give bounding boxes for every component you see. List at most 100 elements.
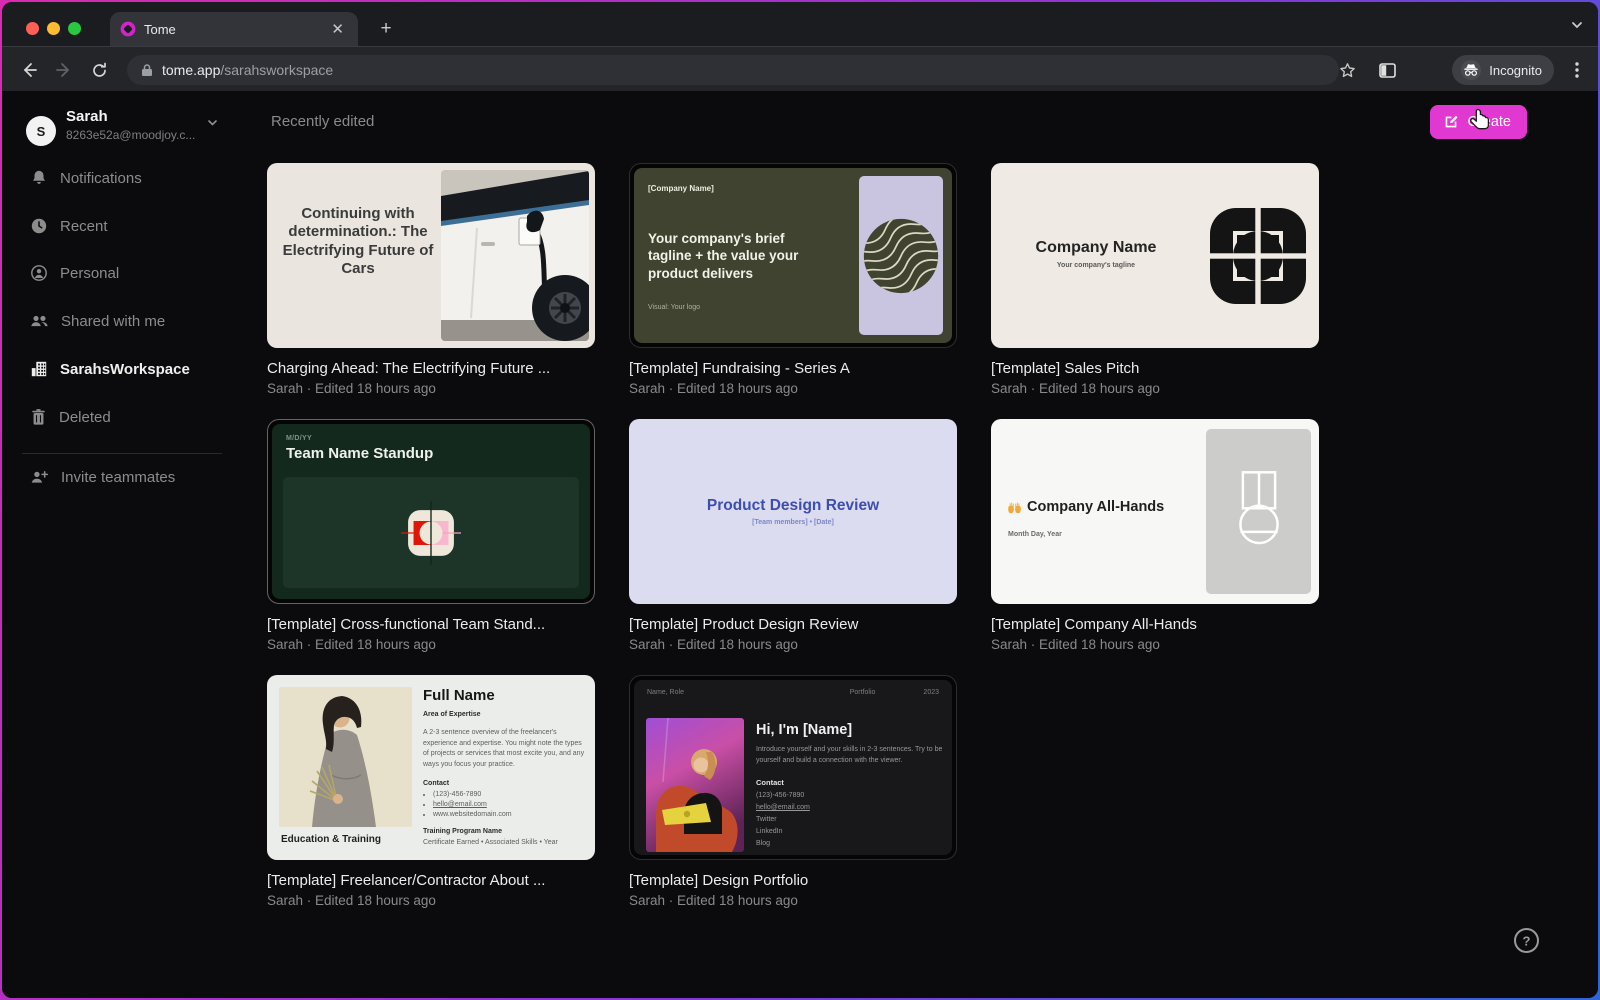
user-menu-chevron-icon[interactable] [206, 116, 219, 134]
card-meta: Sarah · Edited 18 hours ago [267, 381, 436, 396]
sidebar-divider [22, 453, 222, 454]
contact-item: Twitter [756, 815, 777, 823]
card-meta: Sarah · Edited 18 hours ago [991, 637, 1160, 652]
browser-menu-button[interactable] [1564, 57, 1590, 83]
thumbnail: Company Name Your company's tagline [991, 163, 1319, 348]
help-button[interactable]: ? [1512, 926, 1540, 954]
section-title: Recently edited [271, 113, 375, 130]
sidebar-item-workspace[interactable]: SarahsWorkspace [2, 349, 242, 389]
card-meta: Sarah · Edited 18 hours ago [629, 381, 798, 396]
sidebar-item-shared-with-me[interactable]: Shared with me [2, 301, 242, 341]
thumb-training-label: Training Program Name [423, 828, 502, 835]
trash-icon [32, 409, 45, 425]
thumbnail: Education & Training Full Name Area of E… [267, 675, 595, 860]
sidebar-item-recent[interactable]: Recent [2, 206, 242, 246]
contact-item: (123)-456-7890 [433, 791, 585, 798]
sidebar-item-invite-teammates[interactable]: Invite teammates [2, 457, 242, 497]
contact-item: hello@email.com [756, 803, 810, 811]
back-button[interactable] [16, 57, 42, 83]
card-company-all-hands[interactable]: Company All-Hands Month Day, Year [Templ… [991, 419, 1319, 652]
thumb-tagline: Your company's tagline [1056, 262, 1136, 269]
logo-panel [859, 176, 943, 335]
tab-close-icon[interactable]: ✕ [327, 20, 348, 39]
url-path: /sarahsworkspace [220, 62, 334, 78]
sidebar: S Sarah 8263e52a@moodjoy.c... Notificati… [2, 91, 242, 998]
card-freelancer-about[interactable]: Education & Training Full Name Area of E… [267, 675, 595, 908]
forward-button[interactable] [51, 57, 77, 83]
card-title: [Template] Product Design Review [629, 616, 859, 633]
contact-item: hello@email.com [433, 801, 585, 808]
sidebar-item-notifications[interactable]: Notifications [2, 158, 242, 198]
card-title: [Template] Fundraising - Series A [629, 360, 850, 377]
thumb-caption: Visual: Your logo [648, 304, 701, 311]
thumbnail: Name, Role Portfolio 2023 Hi, I'm [Name]… [629, 675, 957, 860]
geometric-glyph [1238, 470, 1279, 544]
card-title: [Template] Cross-functional Team Stand..… [267, 616, 546, 633]
card-fundraising-series-a[interactable]: [Company Name] Your company's brief tagl… [629, 163, 957, 396]
card-title: [Template] Design Portfolio [629, 872, 809, 889]
bookmark-star-button[interactable] [1334, 57, 1360, 83]
close-window-button[interactable] [26, 22, 39, 35]
zoom-window-button[interactable] [68, 22, 81, 35]
sidebar-item-label: Personal [60, 264, 120, 282]
card-sales-pitch[interactable]: Company Name Your company's tagline [Tem… [991, 163, 1319, 396]
incognito-badge: Incognito [1452, 55, 1554, 85]
card-meta: Sarah · Edited 18 hours ago [267, 637, 436, 652]
side-panel-button[interactable] [1374, 57, 1400, 83]
contact-item: Blog [756, 839, 771, 847]
thumb-headline: Company All-Hands [1027, 499, 1165, 515]
card-charging-ahead[interactable]: Continuing with determination.: The Elec… [267, 163, 595, 396]
browser-tab[interactable]: Tome ✕ [110, 12, 358, 46]
create-button[interactable]: Create [1430, 105, 1527, 139]
card-meta: Sarah · Edited 18 hours ago [267, 893, 436, 908]
card-meta: Sarah · Edited 18 hours ago [629, 637, 798, 652]
sidebar-item-personal[interactable]: Personal [2, 253, 242, 293]
address-bar[interactable]: tome.app/sarahsworkspace [127, 55, 1339, 85]
thumbnail: M/D/YY Team Name Standup [267, 419, 595, 604]
abstract-square-logo [1210, 208, 1306, 304]
main-content: Recently edited Create Continuing with d… [242, 91, 1598, 998]
thumb-education-label: Education & Training [281, 834, 382, 845]
tome-favicon-icon [120, 21, 136, 37]
lock-icon [142, 64, 152, 76]
thumb-headline: Product Design Review [706, 497, 880, 514]
pencil-square-icon [1446, 115, 1459, 128]
browser-window: Tome ✕ + tome.app/sarahsworkspace Incogn… [2, 2, 1598, 998]
card-design-portfolio[interactable]: Name, Role Portfolio 2023 Hi, I'm [Name]… [629, 675, 957, 908]
thumb-training-detail: Certificate Earned • Associated Skills •… [423, 839, 558, 846]
thumb-company: [Company Name] [648, 184, 714, 193]
thumb-headline: Team Name Standup [286, 445, 434, 462]
person-plus-icon [31, 471, 49, 483]
avatar[interactable]: S [26, 116, 56, 146]
minimize-window-button[interactable] [47, 22, 60, 35]
card-product-design-review[interactable]: Product Design Review [Team members] • [… [629, 419, 957, 652]
ev-car-photo [441, 170, 589, 341]
thumbnail: Product Design Review [Team members] • [… [629, 419, 957, 604]
reload-button[interactable] [86, 57, 112, 83]
new-tab-button[interactable]: + [374, 17, 398, 41]
sidebar-item-label: Recent [60, 217, 108, 235]
thumb-headline: Hi, I'm [Name] [756, 722, 853, 738]
tab-search-chevron-icon[interactable] [1570, 18, 1584, 37]
thumb-name: Full Name [423, 687, 495, 704]
recently-edited-grid: Continuing with determination.: The Elec… [267, 163, 1322, 908]
thumb-contact-label: Contact [423, 780, 450, 787]
thumbnail: Company All-Hands Month Day, Year [991, 419, 1319, 604]
portfolio-photo [646, 718, 744, 852]
url-text: tome.app/sarahsworkspace [162, 62, 333, 78]
card-team-standup[interactable]: M/D/YY Team Name Standup [Template] Cros… [267, 419, 595, 652]
thumb-headline: Continuing with determination.: The Elec… [282, 204, 434, 277]
card-title: [Template] Company All-Hands [991, 616, 1197, 633]
tome-app: S Sarah 8263e52a@moodjoy.c... Notificati… [2, 91, 1598, 998]
tab-strip: Tome ✕ + [2, 2, 1598, 46]
card-title: [Template] Freelancer/Contractor About .… [267, 872, 546, 889]
thumb-subtitle: Month Day, Year [1008, 531, 1062, 538]
thumb-date: M/D/YY [286, 435, 312, 442]
logo-panel [283, 477, 579, 588]
incognito-icon [1461, 60, 1482, 80]
contact-item: LinkedIn [756, 827, 783, 835]
person-icon [31, 265, 47, 281]
thumb-header-center: Portfolio [849, 689, 876, 696]
sidebar-item-deleted[interactable]: Deleted [2, 397, 242, 437]
thumb-contact-list: (123)-456-7890 hello@email.com www.websi… [433, 791, 585, 818]
